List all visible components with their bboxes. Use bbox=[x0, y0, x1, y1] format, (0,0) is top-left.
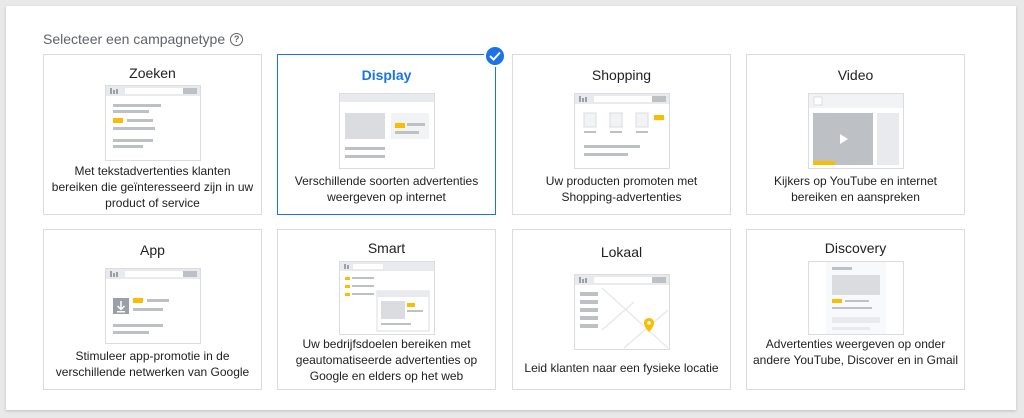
section-heading-label: Selecteer een campagnetype bbox=[43, 31, 226, 47]
app-ad-illustration bbox=[105, 268, 201, 344]
card-video[interactable]: Video Kijkers op YouTube en internet ber… bbox=[746, 54, 965, 215]
card-title: Zoeken bbox=[129, 65, 176, 81]
card-title: App bbox=[140, 242, 165, 258]
card-app[interactable]: App Stimuleer app-promotie in de verschi… bbox=[43, 229, 262, 390]
card-description: Advertenties weergeven op onder andere Y… bbox=[753, 337, 959, 367]
card-title: Lokaal bbox=[600, 244, 643, 260]
smart-ad-illustration bbox=[339, 261, 435, 335]
card-search[interactable]: Zoeken Met tekstadvertenties klanten ber… bbox=[43, 54, 262, 215]
card-description: Uw producten promoten met Shopping-adver… bbox=[545, 174, 698, 204]
section-heading: Selecteer een campagnetype ? bbox=[43, 31, 244, 47]
local-map-illustration bbox=[574, 274, 670, 350]
selected-check-icon bbox=[484, 45, 506, 67]
card-description: Stimuleer app-promotie in de verschillen… bbox=[55, 349, 250, 379]
shopping-ad-illustration bbox=[574, 93, 670, 169]
card-title: Discovery bbox=[824, 240, 887, 256]
card-display[interactable]: Display Verschillende soorten advertenti… bbox=[277, 54, 496, 215]
card-description: Leid klanten naar een fysieke locatie bbox=[524, 361, 719, 375]
discovery-ad-illustration bbox=[808, 261, 904, 335]
card-description: Uw bedrijfsdoelen bereiken met geautomat… bbox=[295, 337, 478, 383]
card-description: Met tekstadvertenties klanten bereiken d… bbox=[51, 164, 254, 210]
card-title: Display bbox=[361, 67, 412, 83]
card-title: Video bbox=[837, 67, 874, 83]
card-title: Shopping bbox=[591, 67, 652, 83]
card-description: Kijkers op YouTube en internet bereiken … bbox=[773, 174, 937, 204]
card-local[interactable]: Lokaal Leid klanten naar een fysieke loc… bbox=[512, 229, 731, 390]
search-ad-illustration bbox=[105, 85, 201, 161]
card-discovery[interactable]: Discovery Advertenties weergeven op onde… bbox=[746, 229, 965, 390]
video-ad-illustration bbox=[808, 93, 904, 169]
card-shopping[interactable]: Shopping Uw producten promoten met Shopp… bbox=[512, 54, 731, 215]
card-description: Verschillende soorten advertenties weerg… bbox=[294, 174, 479, 204]
card-title: Smart bbox=[367, 240, 406, 256]
help-icon[interactable]: ? bbox=[230, 32, 244, 46]
display-ad-illustration bbox=[339, 93, 435, 169]
card-smart[interactable]: Smart Uw bedrijfsdoelen bereiken met gea… bbox=[277, 229, 496, 390]
